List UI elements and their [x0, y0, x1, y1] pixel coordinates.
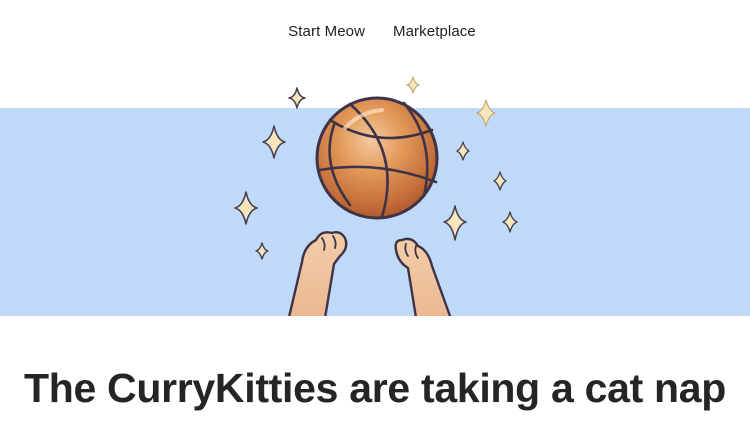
sparkle-icon: [502, 211, 518, 233]
cat-paw-right-icon: [394, 237, 452, 316]
sparkle-icon: [288, 87, 306, 109]
page: Start Meow Marketplace The CurryKitties …: [0, 0, 750, 430]
sparkle-icon: [255, 242, 269, 260]
sparkle-icon: [476, 99, 496, 127]
basketball-icon: [315, 96, 439, 220]
sparkle-icon: [262, 125, 286, 159]
hero-illustration: [234, 76, 518, 316]
sparkle-icon: [493, 171, 507, 191]
sparkle-icon: [456, 141, 470, 161]
sparkle-icon: [234, 191, 258, 225]
sparkle-icon: [406, 76, 420, 94]
cat-paw-left-icon: [288, 230, 348, 316]
page-headline: The CurryKitties are taking a cat nap: [23, 365, 727, 411]
sparkle-icon: [443, 205, 467, 241]
